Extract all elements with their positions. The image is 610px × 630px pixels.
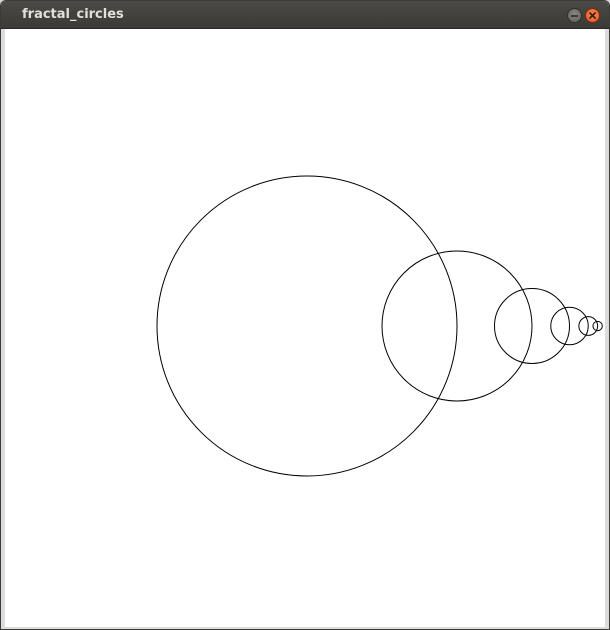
close-x-glyph xyxy=(589,12,596,19)
circle-1 xyxy=(156,175,458,477)
window-frame-right xyxy=(605,29,609,629)
title-bar[interactable]: fractal_circles xyxy=(1,1,609,29)
window-title: fractal_circles xyxy=(22,7,124,22)
close-icon[interactable] xyxy=(585,8,600,23)
fractal-circles-drawing xyxy=(156,175,603,477)
minimize-icon[interactable] xyxy=(567,8,582,23)
drawing-canvas xyxy=(5,30,605,627)
app-window: fractal_circles xyxy=(0,0,610,630)
